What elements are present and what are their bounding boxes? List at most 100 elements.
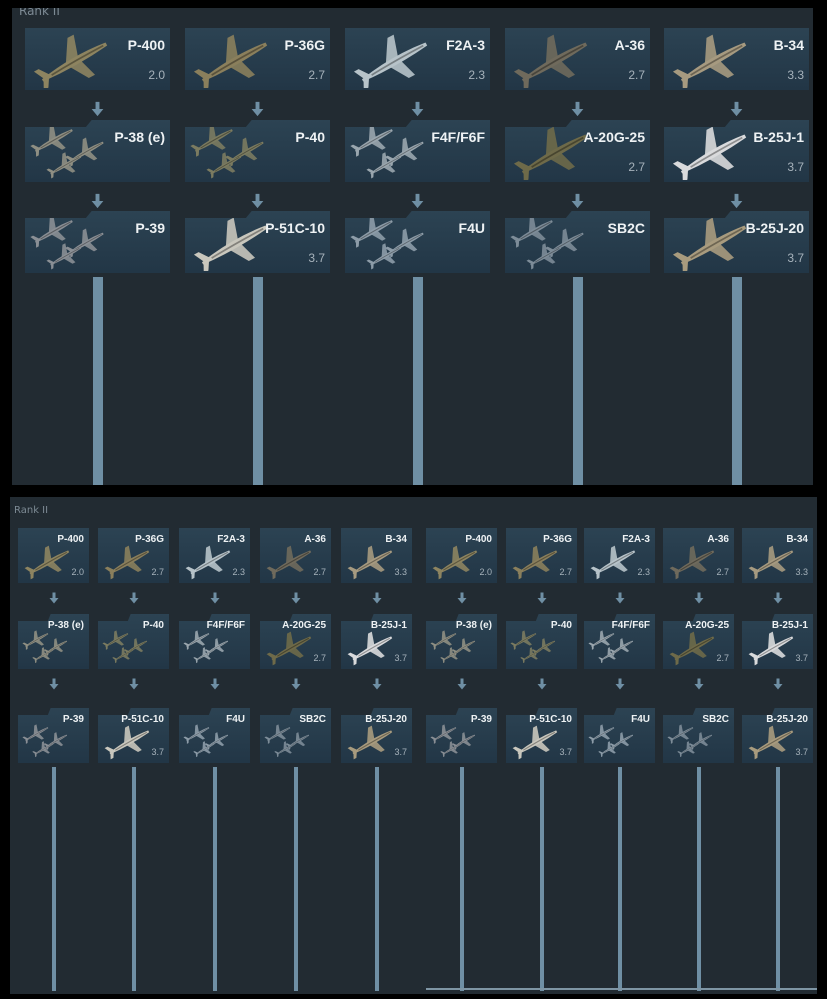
vehicle-card[interactable]: B-25J-20 3.7 xyxy=(341,708,412,763)
vehicle-card[interactable]: P-51C-10 3.7 xyxy=(506,708,577,763)
aircraft-icon xyxy=(432,545,478,580)
tech-tree-panel-bottom: Rank II P-400 2.0 P-38 (e) P-39 P-36G 2.7 P-40 P… xyxy=(10,497,817,994)
vehicle-card[interactable]: P-39 xyxy=(18,708,89,763)
down-arrow-icon xyxy=(694,678,703,690)
vehicle-card[interactable]: A-20G-25 2.7 xyxy=(663,614,734,669)
vehicle-card[interactable]: F4U xyxy=(179,708,250,763)
vehicle-card[interactable]: P-400 2.0 xyxy=(426,528,497,583)
down-arrow-icon xyxy=(291,678,300,690)
vehicle-card[interactable]: F2A-3 2.3 xyxy=(179,528,250,583)
down-arrow-icon xyxy=(457,592,466,604)
vehicle-card[interactable]: P-36G 2.7 xyxy=(98,528,169,583)
vehicle-card[interactable]: B-34 3.3 xyxy=(742,528,813,583)
vehicle-card[interactable]: A-20G-25 2.7 xyxy=(260,614,331,669)
vehicle-card[interactable]: B-25J-1 3.7 xyxy=(341,614,412,669)
vehicle-card[interactable]: P-40 xyxy=(98,614,169,669)
battle-rating: 2.7 xyxy=(559,567,572,577)
down-arrow-icon xyxy=(694,592,703,604)
vehicle-name: P-40 xyxy=(295,129,325,145)
aircraft-group-icon xyxy=(183,630,229,664)
aircraft-icon xyxy=(748,725,794,760)
vehicle-card[interactable]: P-51C-10 3.7 xyxy=(185,211,330,273)
vehicle-card[interactable]: P-400 2.0 xyxy=(25,28,170,90)
vehicle-card[interactable]: A-36 2.7 xyxy=(505,28,650,90)
vehicle-card[interactable]: F4F/F6F xyxy=(179,614,250,669)
aircraft-icon xyxy=(513,34,588,88)
vehicle-name: B-25J-20 xyxy=(365,714,407,725)
vehicle-name: P-36G xyxy=(284,37,325,53)
vehicle-card[interactable]: B-25J-1 3.7 xyxy=(664,120,809,182)
aircraft-icon xyxy=(669,545,715,580)
vehicle-name: P-400 xyxy=(465,534,492,545)
vehicle-name: F4U xyxy=(458,220,485,236)
vehicle-card[interactable]: B-25J-1 3.7 xyxy=(742,614,813,669)
vehicle-card[interactable]: P-36G 2.7 xyxy=(506,528,577,583)
battle-rating: 3.7 xyxy=(795,653,808,663)
vehicle-card[interactable]: F2A-3 2.3 xyxy=(584,528,655,583)
vehicle-card[interactable]: P-38 (e) xyxy=(25,120,170,182)
vehicle-card[interactable]: P-39 xyxy=(426,708,497,763)
column-connector-line xyxy=(51,767,56,991)
vehicle-card[interactable]: F4U xyxy=(584,708,655,763)
vehicle-card[interactable]: SB2C xyxy=(663,708,734,763)
aircraft-group-icon xyxy=(22,724,68,758)
vehicle-card[interactable]: F4U xyxy=(345,211,490,273)
down-arrow-icon xyxy=(49,678,58,690)
vehicle-card[interactable]: B-34 3.3 xyxy=(341,528,412,583)
down-arrow-icon xyxy=(571,101,584,117)
aircraft-icon xyxy=(512,725,558,760)
down-arrow-icon xyxy=(210,678,219,690)
vehicle-card[interactable]: A-20G-25 2.7 xyxy=(505,120,650,182)
column-connector-line xyxy=(212,767,217,991)
vehicle-name: F4F/F6F xyxy=(431,129,485,145)
battle-rating: 3.7 xyxy=(308,251,325,265)
down-arrow-icon xyxy=(537,592,546,604)
aircraft-group-icon xyxy=(264,724,310,758)
vehicle-name: B-25J-20 xyxy=(745,220,804,236)
aircraft-icon xyxy=(24,545,70,580)
vehicle-card[interactable]: SB2C xyxy=(260,708,331,763)
vehicle-name: F4U xyxy=(226,714,245,725)
aircraft-icon xyxy=(347,545,393,580)
battle-rating: 3.7 xyxy=(394,653,407,663)
vehicle-card[interactable]: P-38 (e) xyxy=(426,614,497,669)
vehicle-card[interactable]: P-40 xyxy=(185,120,330,182)
column-connector-line xyxy=(293,767,298,991)
battle-rating: 2.3 xyxy=(232,567,245,577)
vehicle-card[interactable]: A-36 2.7 xyxy=(663,528,734,583)
down-arrow-icon xyxy=(773,678,782,690)
vehicle-card[interactable]: F4F/F6F xyxy=(584,614,655,669)
vehicle-name: B-25J-1 xyxy=(370,620,407,631)
column-connector-line xyxy=(131,767,136,991)
vehicle-card[interactable]: F4F/F6F xyxy=(345,120,490,182)
vehicle-card[interactable]: P-400 2.0 xyxy=(18,528,89,583)
down-arrow-icon xyxy=(773,592,782,604)
vehicle-card[interactable]: P-38 (e) xyxy=(18,614,89,669)
vehicle-name: SB2C xyxy=(299,714,326,725)
vehicle-card[interactable]: P-51C-10 3.7 xyxy=(98,708,169,763)
vehicle-card[interactable]: B-25J-20 3.7 xyxy=(664,211,809,273)
vehicle-card[interactable]: B-25J-20 3.7 xyxy=(742,708,813,763)
vehicle-card[interactable]: SB2C xyxy=(505,211,650,273)
tech-tree-panel-top: Rank II P-400 2.0 P-38 (e) P-39 P-36G 2.7 P-40 P… xyxy=(12,8,813,485)
aircraft-group-icon xyxy=(588,630,634,664)
aircraft-group-icon xyxy=(430,724,476,758)
vehicle-name: F2A-3 xyxy=(446,37,485,53)
down-arrow-icon xyxy=(49,592,58,604)
column-connector-line xyxy=(696,767,701,991)
battle-rating: 2.0 xyxy=(148,68,165,82)
vehicle-card[interactable]: B-34 3.3 xyxy=(664,28,809,90)
down-arrow-icon xyxy=(411,193,424,209)
battle-rating: 3.7 xyxy=(787,160,804,174)
vehicle-name: P-38 (e) xyxy=(47,620,84,631)
vehicle-card[interactable]: P-40 xyxy=(506,614,577,669)
vehicle-card[interactable]: P-36G 2.7 xyxy=(185,28,330,90)
vehicle-card[interactable]: F2A-3 2.3 xyxy=(345,28,490,90)
vehicle-name: P-51C-10 xyxy=(265,220,325,236)
vehicle-card[interactable]: A-36 2.7 xyxy=(260,528,331,583)
aircraft-group-icon xyxy=(22,630,68,664)
vehicle-name: P-39 xyxy=(470,714,492,725)
vehicle-card[interactable]: P-39 xyxy=(25,211,170,273)
vehicle-name: A-36 xyxy=(707,534,729,545)
down-arrow-icon xyxy=(730,193,743,209)
